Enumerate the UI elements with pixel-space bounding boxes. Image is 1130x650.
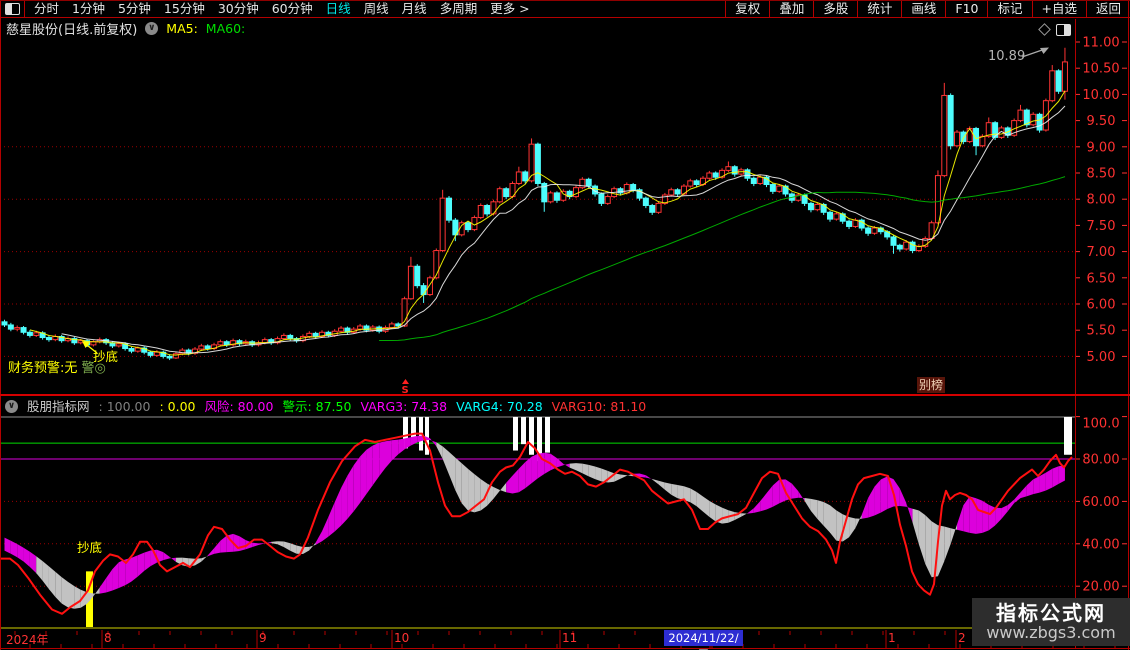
toolbar-button-叠加[interactable]: 叠加 (769, 1, 813, 17)
toolbar-button-复权[interactable]: 复权 (725, 1, 769, 17)
period-tab-月线[interactable]: 月线 (402, 1, 427, 17)
indicator-header: ∨ 股朋指标网 : 100.00 : 0.00 风险: 80.00 警示: 87.50 V… (5, 398, 646, 414)
indicator-value-6: VARG4: 70.28 (456, 398, 543, 414)
month-label-9: 9 (259, 631, 267, 645)
finance-warning-label: 财务预警:无 警◎ (8, 357, 106, 376)
time-axis[interactable]: 2024年 2024/11/22/五 89101112 (0, 630, 1130, 650)
price-axis-divider (1075, 19, 1076, 648)
toolbar-button-统计[interactable]: 统计 (857, 1, 901, 17)
month-label-8: 8 (104, 631, 112, 645)
panel-separator (0, 394, 1130, 396)
period-tab-60分钟[interactable]: 60分钟 (272, 1, 313, 17)
trading-app-window: 5.00 5.50 6.00 6.50 7.00 7.50 8.00 8.50 9.00 9.50… (0, 0, 1130, 650)
period-tab-多周期[interactable]: 多周期 (440, 1, 478, 17)
period-tab-分时[interactable]: 分时 (34, 1, 59, 17)
svg-text:11.00: 11.00 (1082, 36, 1119, 51)
layout-icon (4, 3, 20, 15)
svg-text:9.00: 9.00 (1087, 140, 1116, 155)
indicator-value-1: : 100.00 (98, 398, 151, 414)
ma60-label: MA60: (205, 21, 246, 36)
svg-text:7.50: 7.50 (1087, 219, 1116, 234)
period-tab-5分钟[interactable]: 5分钟 (118, 1, 151, 17)
buy-dip-label-main: 抄底 (93, 349, 119, 364)
period-tab-1分钟[interactable]: 1分钟 (72, 1, 105, 17)
month-label-2: 2 (958, 631, 966, 645)
svg-text:40.00: 40.00 (1082, 537, 1119, 552)
svg-text:80.00: 80.00 (1082, 453, 1119, 468)
svg-text:60.00: 60.00 (1082, 495, 1119, 510)
stock-title: 慈星股份(日线.前复权) (6, 23, 138, 38)
frame-right (1128, 0, 1129, 650)
svg-text:9.50: 9.50 (1087, 114, 1116, 129)
svg-text:8.00: 8.00 (1087, 193, 1116, 208)
svg-text:10.50: 10.50 (1082, 62, 1119, 77)
period-tab-30分钟[interactable]: 30分钟 (218, 1, 259, 17)
watermark: 指标公式网 www.zbgs3.com (972, 598, 1130, 646)
svg-text:100.0: 100.0 (1082, 417, 1119, 432)
toolbar-button-多股[interactable]: 多股 (813, 1, 857, 17)
title-bar: 慈星股份(日线.前复权) ∨ MA5: MA60: (6, 20, 246, 38)
high-price-callout: 10.89 (988, 49, 1026, 64)
maximize-panel-button[interactable] (1056, 24, 1071, 36)
finance-warning-text: 财务预警:无 (8, 361, 78, 376)
month-label-11: 11 (562, 631, 578, 645)
toolbar-button-标记[interactable]: 标记 (987, 1, 1031, 17)
ma5-label: MA5: (166, 21, 198, 36)
indicator-value-3: 风险: 80.00 (204, 398, 274, 414)
buy-dip-label-indicator: 抄底 (77, 540, 103, 555)
biebang-badge: 别榜 (917, 377, 946, 393)
window-layout-button[interactable] (0, 1, 25, 17)
diamond-marker-icon (1038, 23, 1051, 36)
chart-canvas: 5.00 5.50 6.00 6.50 7.00 7.50 8.00 8.50 9.00 9.50… (0, 36, 1127, 648)
indicator-value-5: VARG3: 74.38 (360, 398, 448, 414)
month-label-1: 1 (888, 631, 896, 645)
frame-bottom (0, 648, 1130, 649)
svg-text:6.00: 6.00 (1087, 298, 1116, 313)
toolbar-button-F10[interactable]: F10 (945, 1, 987, 17)
chevron-down-icon[interactable]: ∨ (5, 399, 18, 413)
axis-year-label: 2024年 (6, 633, 49, 647)
highlighted-date: 2024/11/22/五 (664, 630, 743, 650)
svg-text:7.00: 7.00 (1087, 245, 1116, 260)
svg-text:20.00: 20.00 (1082, 580, 1119, 595)
svg-text:5.50: 5.50 (1087, 324, 1116, 339)
period-menu: 分时 1分钟 5分钟 15分钟 30分钟 60分钟 日线 周线 月线 多周期 更多 > (25, 1, 530, 17)
period-tab-更多 >[interactable]: 更多 > (490, 1, 529, 17)
toolbar-button-画线[interactable]: 画线 (901, 1, 945, 17)
period-tab-日线[interactable]: 日线 (326, 1, 351, 17)
svg-text:8.50: 8.50 (1087, 167, 1116, 182)
toolbar-button-返回[interactable]: 返回 (1085, 1, 1130, 17)
svg-text:10.00: 10.00 (1082, 88, 1119, 103)
indicator-value-4: 警示: 87.50 (282, 398, 352, 414)
frame-left (0, 0, 1, 650)
month-label-10: 10 (394, 631, 410, 645)
panel-icon (1056, 24, 1071, 36)
indicator-value-2: : 0.00 (159, 398, 196, 414)
top-toolbar: 分时 1分钟 5分钟 15分钟 30分钟 60分钟 日线 周线 月线 多周期 更多 > 复权 叠加 多股… (0, 0, 1130, 18)
watermark-url: www.zbgs3.com (986, 623, 1116, 642)
period-tab-周线[interactable]: 周线 (364, 1, 389, 17)
watermark-title: 指标公式网 (996, 601, 1106, 625)
period-tab-15分钟[interactable]: 15分钟 (164, 1, 205, 17)
toolbar-button-+自选[interactable]: +自选 (1031, 1, 1086, 17)
svg-text:5.00: 5.00 (1087, 350, 1116, 365)
indicator-value-7: VARG10: 81.10 (551, 398, 647, 414)
indicator-value-0: 股朋指标网 (27, 398, 90, 414)
svg-text:6.50: 6.50 (1087, 271, 1116, 286)
toolbar-buttons: 复权 叠加 多股 统计 画线 F10 标记 +自选 返回 (725, 1, 1130, 17)
chevron-down-icon[interactable]: ∨ (145, 22, 159, 35)
